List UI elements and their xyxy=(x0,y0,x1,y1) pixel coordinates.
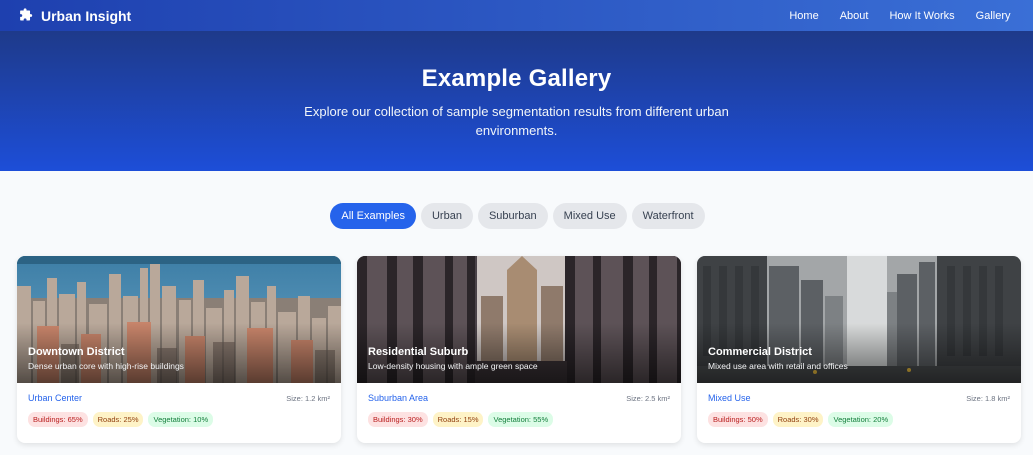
filter-bar: All Examples Urban Suburban Mixed Use Wa… xyxy=(0,203,1033,229)
nav-link-about[interactable]: About xyxy=(829,10,879,22)
tag-buildings: Buildings: 30% xyxy=(368,412,428,427)
nav-link-home[interactable]: Home xyxy=(779,10,829,22)
tag-vegetation: Vegetation: 20% xyxy=(828,412,894,427)
card-description: Mixed use area with retail and offices xyxy=(708,361,848,371)
tag-buildings: Buildings: 65% xyxy=(28,412,88,427)
brand-name: Urban Insight xyxy=(41,7,132,24)
card-size: Size: 1.2 km² xyxy=(286,393,330,403)
tag-buildings: Buildings: 50% xyxy=(708,412,768,427)
card-description: Low-density housing with ample green spa… xyxy=(368,361,538,371)
puzzle-icon xyxy=(20,8,33,21)
card-description: Dense urban core with high-rise building… xyxy=(28,361,184,371)
tag-roads: Roads: 25% xyxy=(92,412,144,427)
tag-vegetation: Vegetation: 55% xyxy=(488,412,554,427)
card-size: Size: 2.5 km² xyxy=(626,393,670,403)
card-category: Mixed Use xyxy=(708,393,751,403)
tag-roads: Roads: 15% xyxy=(432,412,484,427)
brand[interactable]: Urban Insight xyxy=(18,7,131,24)
page-title: Example Gallery xyxy=(421,65,612,92)
nav-links: Home About How It Works Gallery xyxy=(779,10,1021,22)
filter-waterfront[interactable]: Waterfront xyxy=(631,203,705,229)
filter-suburban[interactable]: Suburban xyxy=(477,203,548,229)
card-title: Downtown District xyxy=(28,346,125,358)
card-title: Commercial District xyxy=(708,346,812,358)
filter-mixed-use[interactable]: Mixed Use xyxy=(552,203,627,229)
page-subtitle: Explore our collection of sample segment… xyxy=(304,104,729,138)
navbar: Urban Insight Home About How It Works Ga… xyxy=(0,0,1033,31)
filter-all-examples[interactable]: All Examples xyxy=(330,203,416,229)
tag-roads: Roads: 30% xyxy=(772,412,824,427)
tag-vegetation: Vegetation: 10% xyxy=(148,412,214,427)
gallery-card[interactable]: Residential Suburb Low-density housing w… xyxy=(357,256,681,443)
card-title: Residential Suburb xyxy=(368,346,469,358)
card-image-downtown: Downtown District Dense urban core with … xyxy=(17,256,341,383)
filter-urban[interactable]: Urban xyxy=(420,203,473,229)
card-image-commercial: Commercial District Mixed use area with … xyxy=(697,256,1021,383)
gallery-card[interactable]: Downtown District Dense urban core with … xyxy=(17,256,341,443)
nav-link-gallery[interactable]: Gallery xyxy=(965,10,1021,22)
card-image-residential: Residential Suburb Low-density housing w… xyxy=(357,256,681,383)
card-category: Suburban Area xyxy=(368,393,429,403)
card-size: Size: 1.8 km² xyxy=(966,393,1010,403)
hero-section: Example Gallery Explore our collection o… xyxy=(0,31,1033,171)
nav-link-how-it-works[interactable]: How It Works xyxy=(879,10,965,22)
gallery-card[interactable]: Commercial District Mixed use area with … xyxy=(697,256,1021,443)
gallery-grid: Downtown District Dense urban core with … xyxy=(17,256,1021,443)
card-category: Urban Center xyxy=(28,393,83,403)
